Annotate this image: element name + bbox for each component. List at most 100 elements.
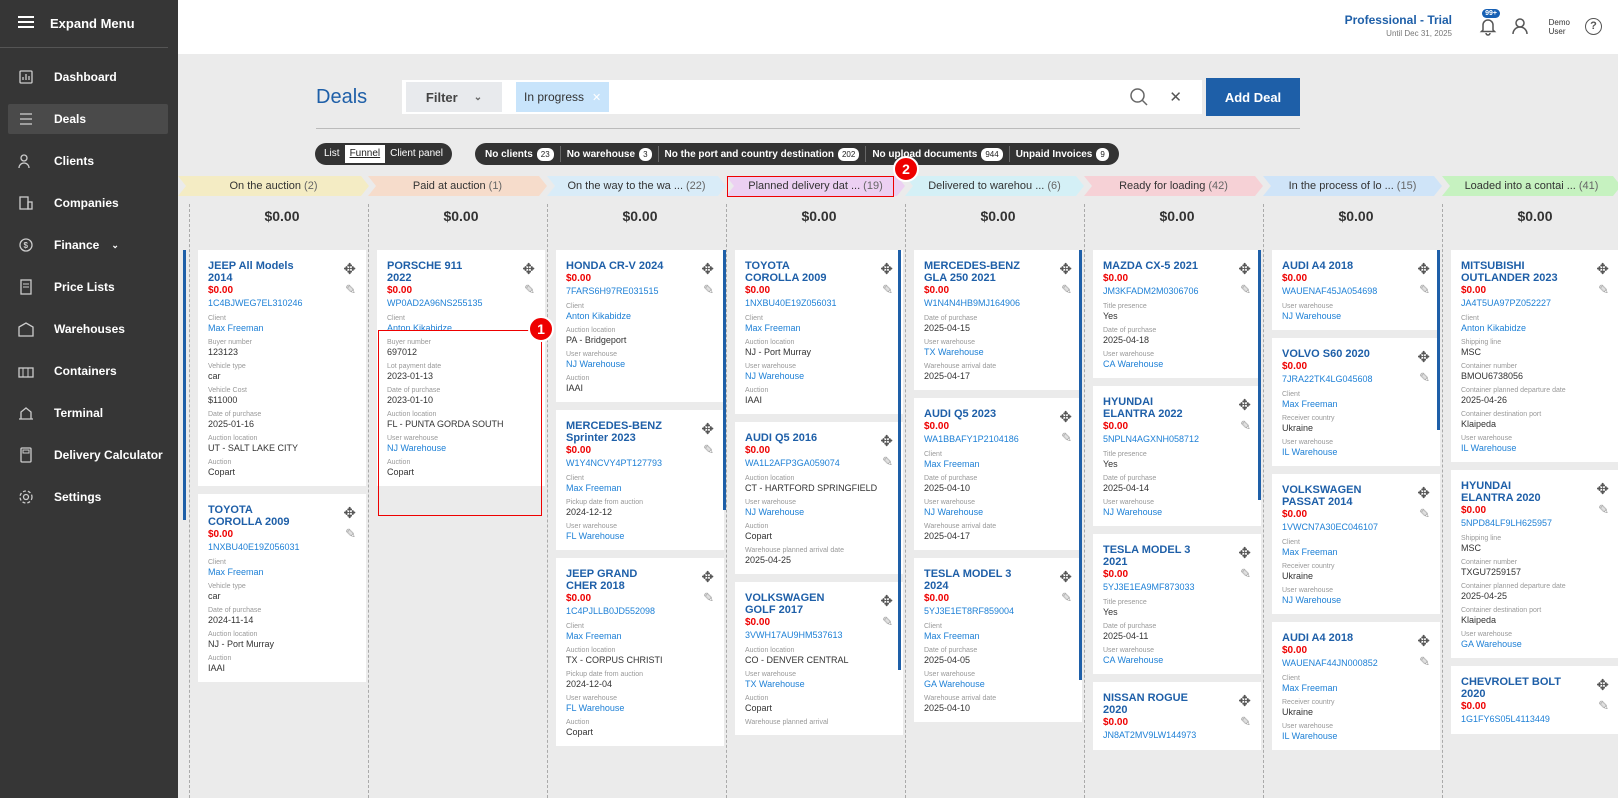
quick-filter[interactable]: No upload documents 944 — [868, 147, 1006, 161]
deal-card[interactable]: JEEP GRAND CHER 2018 $0.00 1C4PJLLB0JD5520… — [556, 558, 724, 746]
deal-vin[interactable]: 7FARS6H97RE031515 — [566, 285, 716, 298]
field-value[interactable]: CA Warehouse — [1103, 359, 1253, 370]
deal-name[interactable]: VOLKSWAGEN PASSAT 2014 — [1282, 484, 1382, 508]
deal-card[interactable]: MERCEDES-BENZ Sprinter 2023 $0.00 W1Y4NCVY… — [556, 410, 724, 550]
edit-icon[interactable]: ✎ — [1598, 502, 1609, 518]
deal-card[interactable]: AUDI A4 2018 $0.00 WAUENAF44JN000852 Client… — [1272, 622, 1440, 750]
move-icon[interactable]: ✥ — [701, 260, 714, 278]
stage-header[interactable]: In the process of lo ... (15) — [1263, 176, 1442, 196]
quick-filter[interactable]: No warehouse 3 — [563, 147, 656, 161]
deal-vin[interactable]: JA4T5UA97PZ052227 — [1461, 297, 1611, 310]
bell-icon[interactable] — [1478, 16, 1498, 36]
field-value[interactable]: Max Freeman — [208, 567, 358, 578]
view-client-panel[interactable]: Client panel — [385, 145, 448, 163]
deal-card[interactable]: NISSAN ROGUE 2020 $0.00 JN8AT2MV9LW144973 ✥… — [1093, 682, 1261, 750]
field-value[interactable]: NJ Warehouse — [745, 371, 895, 382]
edit-icon[interactable]: ✎ — [1240, 714, 1251, 730]
deal-vin[interactable]: WP0AD2A96NS255135 — [387, 297, 537, 310]
deal-name[interactable]: MITSUBISHI OUTLANDER 2023 — [1461, 260, 1561, 284]
search-icon[interactable] — [1129, 87, 1149, 107]
move-icon[interactable]: ✥ — [880, 592, 893, 610]
move-icon[interactable]: ✥ — [1417, 348, 1430, 366]
quick-filter[interactable]: No the port and country destination 202 — [661, 147, 864, 161]
edit-icon[interactable]: ✎ — [1240, 418, 1251, 434]
deal-name[interactable]: JEEP All Models 2014 — [208, 260, 308, 284]
deal-card[interactable]: VOLVO S60 2020 $0.00 7JRA22TK4LG045608 Clie… — [1272, 338, 1440, 466]
clear-icon[interactable]: ✕ — [1169, 88, 1182, 106]
quick-filter[interactable]: Unpaid Invoices 9 — [1012, 147, 1113, 161]
field-value[interactable]: Anton Kikabidze — [566, 311, 716, 322]
move-icon[interactable]: ✥ — [522, 260, 535, 278]
user-icon[interactable] — [1510, 16, 1530, 36]
edit-icon[interactable]: ✎ — [345, 526, 356, 542]
move-icon[interactable]: ✥ — [1059, 408, 1072, 426]
deal-vin[interactable]: WA1BBAFY1P2104186 — [924, 433, 1074, 446]
sidebar-item-finance[interactable]: $ Finance ⌄ — [8, 230, 168, 260]
edit-icon[interactable]: ✎ — [1061, 282, 1072, 298]
deal-vin[interactable]: 1VWCN7A30EC046107 — [1282, 521, 1432, 534]
field-value[interactable]: Anton Kikabidze — [1461, 323, 1611, 334]
move-icon[interactable]: ✥ — [880, 260, 893, 278]
field-value[interactable]: Max Freeman — [566, 631, 716, 642]
edit-icon[interactable]: ✎ — [1240, 566, 1251, 582]
field-value[interactable]: Max Freeman — [208, 323, 358, 334]
field-value[interactable]: Max Freeman — [924, 459, 1074, 470]
edit-icon[interactable]: ✎ — [345, 282, 356, 298]
deal-name[interactable]: AUDI Q5 2016 — [745, 432, 845, 444]
deal-name[interactable]: AUDI A4 2018 — [1282, 260, 1382, 272]
deal-vin[interactable]: W1N4N4HB9MJ164906 — [924, 297, 1074, 310]
expand-menu-button[interactable]: Expand Menu — [0, 0, 168, 48]
chip-close-icon[interactable]: ✕ — [592, 91, 601, 104]
field-value[interactable]: IL Warehouse — [1282, 731, 1432, 742]
move-icon[interactable]: ✥ — [701, 568, 714, 586]
deal-name[interactable]: TESLA MODEL 3 2024 — [924, 568, 1024, 592]
deal-name[interactable]: MERCEDES-BENZ GLA 250 2021 — [924, 260, 1024, 284]
field-value[interactable]: Max Freeman — [924, 631, 1074, 642]
edit-icon[interactable]: ✎ — [1061, 430, 1072, 446]
add-deal-button[interactable]: Add Deal — [1206, 78, 1300, 116]
edit-icon[interactable]: ✎ — [882, 282, 893, 298]
deal-vin[interactable]: 5NPD84LF9LH625957 — [1461, 517, 1611, 530]
filter-button[interactable]: Filter ⌄ — [406, 82, 502, 112]
field-value[interactable]: NJ Warehouse — [1103, 507, 1253, 518]
deal-card[interactable]: TOYOTA COROLLA 2009 $0.00 1NXBU40E19Z05603… — [198, 494, 366, 682]
deal-card[interactable]: TESLA MODEL 3 2024 $0.00 5YJ3E1ET8RF859004… — [914, 558, 1082, 722]
deal-card[interactable]: VOLKSWAGEN PASSAT 2014 $0.00 1VWCN7A30EC04… — [1272, 474, 1440, 614]
deal-card[interactable]: VOLKSWAGEN GOLF 2017 $0.00 3VWH17AU9HM5376… — [735, 582, 903, 735]
deal-vin[interactable]: 5YJ3E1EA9MF873033 — [1103, 581, 1253, 594]
deal-name[interactable]: HONDA CR-V 2024 — [566, 260, 666, 272]
deal-vin[interactable]: 1C4PJLLB0JD552098 — [566, 605, 716, 618]
deal-vin[interactable]: WA1L2AFP3GA059074 — [745, 457, 895, 470]
field-value[interactable]: CA Warehouse — [1103, 655, 1253, 666]
deal-card[interactable]: AUDI A4 2018 $0.00 WAUENAF45JA054698 User w… — [1272, 250, 1440, 330]
deal-vin[interactable]: JM3KFADM2M0306706 — [1103, 285, 1253, 298]
deal-card[interactable]: AUDI Q5 2023 $0.00 WA1BBAFY1P2104186 Client… — [914, 398, 1082, 550]
stage-header[interactable]: Ready for loading (42) — [1084, 176, 1263, 196]
deal-name[interactable]: TESLA MODEL 3 2021 — [1103, 544, 1203, 568]
deal-card[interactable]: HONDA CR-V 2024 $0.00 7FARS6H97RE031515 Cli… — [556, 250, 724, 402]
edit-icon[interactable]: ✎ — [1419, 506, 1430, 522]
field-value[interactable]: Max Freeman — [745, 323, 895, 334]
move-icon[interactable]: ✥ — [1238, 396, 1251, 414]
deal-card[interactable]: AUDI Q5 2016 $0.00 WA1L2AFP3GA059074 Auctio… — [735, 422, 903, 574]
field-value[interactable]: NJ Warehouse — [1282, 595, 1432, 606]
deal-vin[interactable]: 5YJ3E1ET8RF859004 — [924, 605, 1074, 618]
stage-header[interactable]: Paid at auction (1) — [368, 176, 547, 196]
move-icon[interactable]: ✥ — [1238, 692, 1251, 710]
field-value[interactable]: TX Warehouse — [924, 347, 1074, 358]
edit-icon[interactable]: ✎ — [1419, 370, 1430, 386]
deal-name[interactable]: HYUNDAI ELANTRA 2020 — [1461, 480, 1561, 504]
field-value[interactable]: GA Warehouse — [1461, 639, 1611, 650]
deal-card[interactable]: HYUNDAI ELANTRA 2022 $0.00 5NPLN4AGXNH0587… — [1093, 386, 1261, 526]
plan-info[interactable]: Professional - Trial Until Dec 31, 2025 — [1345, 13, 1452, 38]
edit-icon[interactable]: ✎ — [1419, 654, 1430, 670]
deal-name[interactable]: MAZDA CX-5 2021 — [1103, 260, 1203, 272]
field-value[interactable]: IL Warehouse — [1282, 447, 1432, 458]
sidebar-item-containers[interactable]: Containers — [8, 356, 168, 386]
deal-vin[interactable]: 5NPLN4AGXNH058712 — [1103, 433, 1253, 446]
deal-name[interactable]: TOYOTA COROLLA 2009 — [208, 504, 308, 528]
deal-card[interactable]: TOYOTA COROLLA 2009 $0.00 1NXBU40E19Z05603… — [735, 250, 903, 414]
field-value[interactable]: FL Warehouse — [566, 703, 716, 714]
edit-icon[interactable]: ✎ — [1240, 282, 1251, 298]
stage-header[interactable]: Loaded into a contai ... (41) — [1442, 176, 1618, 196]
